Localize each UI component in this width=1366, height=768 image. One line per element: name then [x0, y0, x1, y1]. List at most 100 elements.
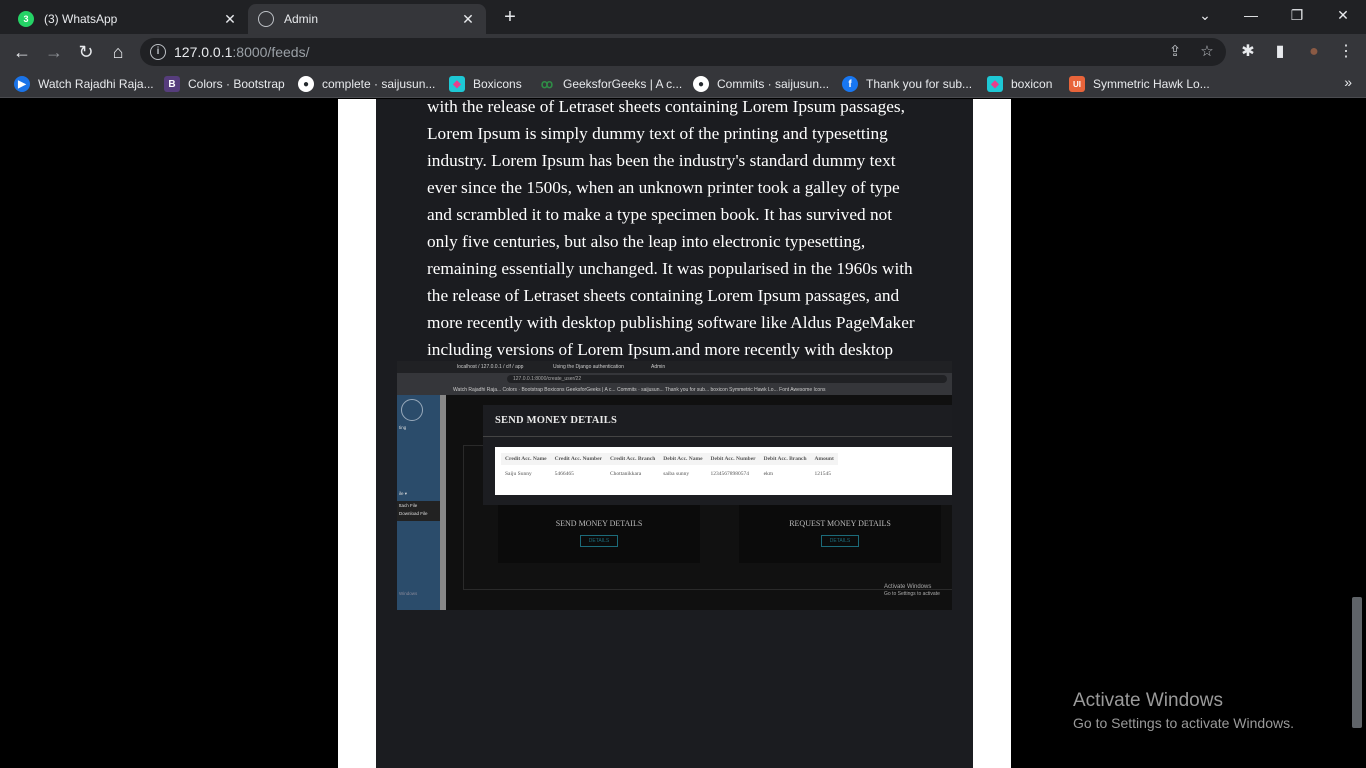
side-panel-icon[interactable]: ▮ — [1266, 38, 1294, 66]
new-tab-button[interactable]: + — [498, 6, 522, 30]
image-sidebar-item: ile ▾ — [399, 491, 408, 496]
image-watermark-line: Go to Settings to activate — [884, 591, 940, 597]
bookmark-item[interactable]: ◆ Boxicons — [449, 75, 522, 93]
table-header: Amount — [810, 453, 838, 465]
image-modal: SEND MONEY DETAILS Credit Acc. Name Cred… — [483, 405, 952, 505]
bookmark-item[interactable]: f Thank you for sub... — [842, 75, 972, 93]
image-tab: Using the Django authentication — [553, 364, 624, 370]
bookmark-item[interactable]: ▶ Watch Rajadhi Raja... — [14, 75, 154, 93]
activate-windows-watermark: Activate Windows Go to Settings to activ… — [1073, 690, 1294, 734]
extensions-icon[interactable]: ✱ — [1234, 38, 1262, 66]
bookmark-label: complete · saijusun... — [322, 77, 436, 91]
tab-search-icon[interactable]: ⌄ — [1182, 0, 1228, 30]
site-info-icon[interactable]: i — [150, 44, 166, 60]
geeksforgeeks-icon: ꝏ — [540, 77, 554, 91]
boxicons-icon: ◆ — [449, 76, 465, 92]
bookmark-item[interactable]: ꝏ GeeksforGeeks | A c... — [539, 75, 682, 93]
table-header-row: Credit Acc. Name Credit Acc. Number Cred… — [501, 453, 838, 465]
bookmark-star-icon[interactable]: ☆ — [1198, 43, 1216, 61]
tab-strip: 3 (3) WhatsApp ✕ Admin ✕ + ⌄ — ❐ ✕ — [0, 0, 1366, 34]
bookmarks-overflow-icon[interactable]: » — [1344, 74, 1352, 90]
table-header: Debit Acc. Name — [659, 453, 707, 465]
image-modal-title: SEND MONEY DETAILS — [495, 415, 618, 426]
image-activate-watermark: Activate Windows Go to Settings to activ… — [884, 584, 940, 598]
image-watermark-line: Activate Windows — [884, 584, 932, 590]
bookmark-item[interactable]: ◆ boxicon — [987, 75, 1052, 93]
tab-label: Admin — [284, 12, 319, 26]
home-icon[interactable]: ⌂ — [104, 38, 132, 66]
image-bookmarks: Watch Rajadhi Raja... Colors · Bootstrap… — [397, 385, 952, 395]
image-details-button: DETAILS — [580, 535, 618, 547]
image-sidebar-menu: ttach File Download File — [397, 501, 442, 521]
bookmark-label: Commits · saijusun... — [717, 77, 830, 91]
activate-subtitle: Go to Settings to activate Windows. — [1073, 715, 1294, 731]
bookmark-label: boxicon — [1011, 77, 1053, 91]
bookmark-item[interactable]: ● complete · saijusun... — [298, 75, 435, 93]
table-row: Saiju Sunny 5466465 Chottanikkara saiba … — [501, 465, 838, 480]
bootstrap-icon: B — [164, 76, 180, 92]
url-path: :8000/feeds/ — [232, 44, 310, 60]
forward-arrow-icon[interactable]: → — [40, 38, 68, 66]
table-cell: 121545 — [814, 471, 832, 477]
profile-avatar[interactable]: ● — [1300, 38, 1328, 66]
image-card-title: SEND MONEY DETAILS — [555, 519, 643, 528]
bookmark-label: Boxicons — [473, 77, 522, 91]
back-arrow-icon[interactable]: ← — [8, 38, 36, 66]
tab-whatsapp[interactable]: 3 (3) WhatsApp ✕ — [8, 4, 248, 34]
image-request-money-card: REQUEST MONEY DETAILS DETAILS — [739, 501, 941, 563]
image-url: 127.0.0.1:8000/create_user/22 — [507, 375, 947, 383]
image-send-money-card: SEND MONEY DETAILS DETAILS — [498, 501, 700, 563]
bookmark-item[interactable]: B Colors · Bootstrap — [164, 75, 285, 93]
image-tab: Admin — [651, 364, 666, 370]
table-cell: 5466465 — [554, 471, 574, 477]
activate-title: Activate Windows — [1073, 690, 1223, 711]
image-browser-tabs: localhost / 127.0.0.1 / clf / app Using … — [397, 361, 952, 373]
image-tab: localhost / 127.0.0.1 / clf / app — [457, 364, 524, 370]
image-sidebar: ting ile ▾ ttach File Download File Wind… — [397, 395, 442, 610]
tab-admin[interactable]: Admin ✕ — [248, 4, 486, 34]
bookmark-label: Thank you for sub... — [866, 77, 973, 91]
url-text[interactable]: 127.0.0.1:8000/feeds/ — [174, 44, 309, 60]
table-header: Credit Acc. Branch — [606, 453, 660, 465]
close-window-button[interactable]: ✕ — [1320, 0, 1366, 30]
close-tab-icon[interactable]: ✕ — [460, 11, 476, 28]
bookmark-item[interactable]: ● Commits · saijusun... — [693, 75, 829, 93]
github-icon: ● — [298, 76, 314, 92]
github-icon: ● — [693, 76, 709, 92]
share-icon[interactable]: ⇪ — [1166, 43, 1184, 61]
table-cell: ekm — [763, 471, 774, 477]
url-host: 127.0.0.1 — [174, 44, 233, 60]
facebook-icon: f — [842, 76, 858, 92]
post-image: localhost / 127.0.0.1 / clf / app Using … — [397, 361, 952, 610]
image-sidebar-item: ttach File — [399, 503, 418, 508]
bookmark-label: GeeksforGeeks | A c... — [563, 77, 683, 91]
close-tab-icon[interactable]: ✕ — [222, 11, 238, 28]
browser-menu-icon[interactable]: ⋮ — [1332, 38, 1360, 66]
bookmark-label: Watch Rajadhi Raja... — [38, 77, 154, 91]
restore-button[interactable]: ❐ — [1274, 0, 1320, 30]
bookmark-item[interactable]: UI Symmetric Hawk Lo... — [1069, 75, 1210, 93]
image-browser-toolbar: 127.0.0.1:8000/create_user/22 — [397, 373, 952, 385]
whatsapp-icon: 3 — [18, 11, 34, 27]
image-sidebar-item: Windows — [399, 591, 418, 596]
image-modal-card: Credit Acc. Name Credit Acc. Number Cred… — [495, 447, 952, 495]
image-avatar — [401, 399, 423, 421]
image-modal-divider — [483, 436, 952, 437]
image-sidebar-item: ting — [399, 425, 407, 430]
play-icon: ▶ — [14, 76, 30, 92]
table-cell: saiba sunny — [663, 471, 690, 477]
scrollbar-thumb[interactable] — [1352, 597, 1362, 728]
minimize-button[interactable]: — — [1228, 0, 1274, 30]
table-header: Credit Acc. Number — [550, 453, 606, 465]
reload-icon[interactable]: ↻ — [72, 38, 100, 66]
browser-toolbar: ← → ↻ ⌂ i 127.0.0.1:8000/feeds/ ⇪ ☆ ✱ ▮ … — [0, 34, 1366, 70]
boxicons-icon: ◆ — [987, 76, 1003, 92]
table-header: Credit Acc. Name — [501, 453, 551, 465]
bookmark-label: Colors · Bootstrap — [188, 77, 285, 91]
address-bar[interactable]: i 127.0.0.1:8000/feeds/ ⇪ ☆ — [140, 38, 1226, 66]
table-cell: Chottanikkara — [610, 471, 642, 477]
table-header: Debit Acc. Number — [706, 453, 760, 465]
image-transactions-table: Credit Acc. Name Credit Acc. Number Cred… — [501, 453, 838, 480]
image-sidebar-item: Download File — [399, 511, 428, 516]
globe-icon — [258, 11, 274, 27]
